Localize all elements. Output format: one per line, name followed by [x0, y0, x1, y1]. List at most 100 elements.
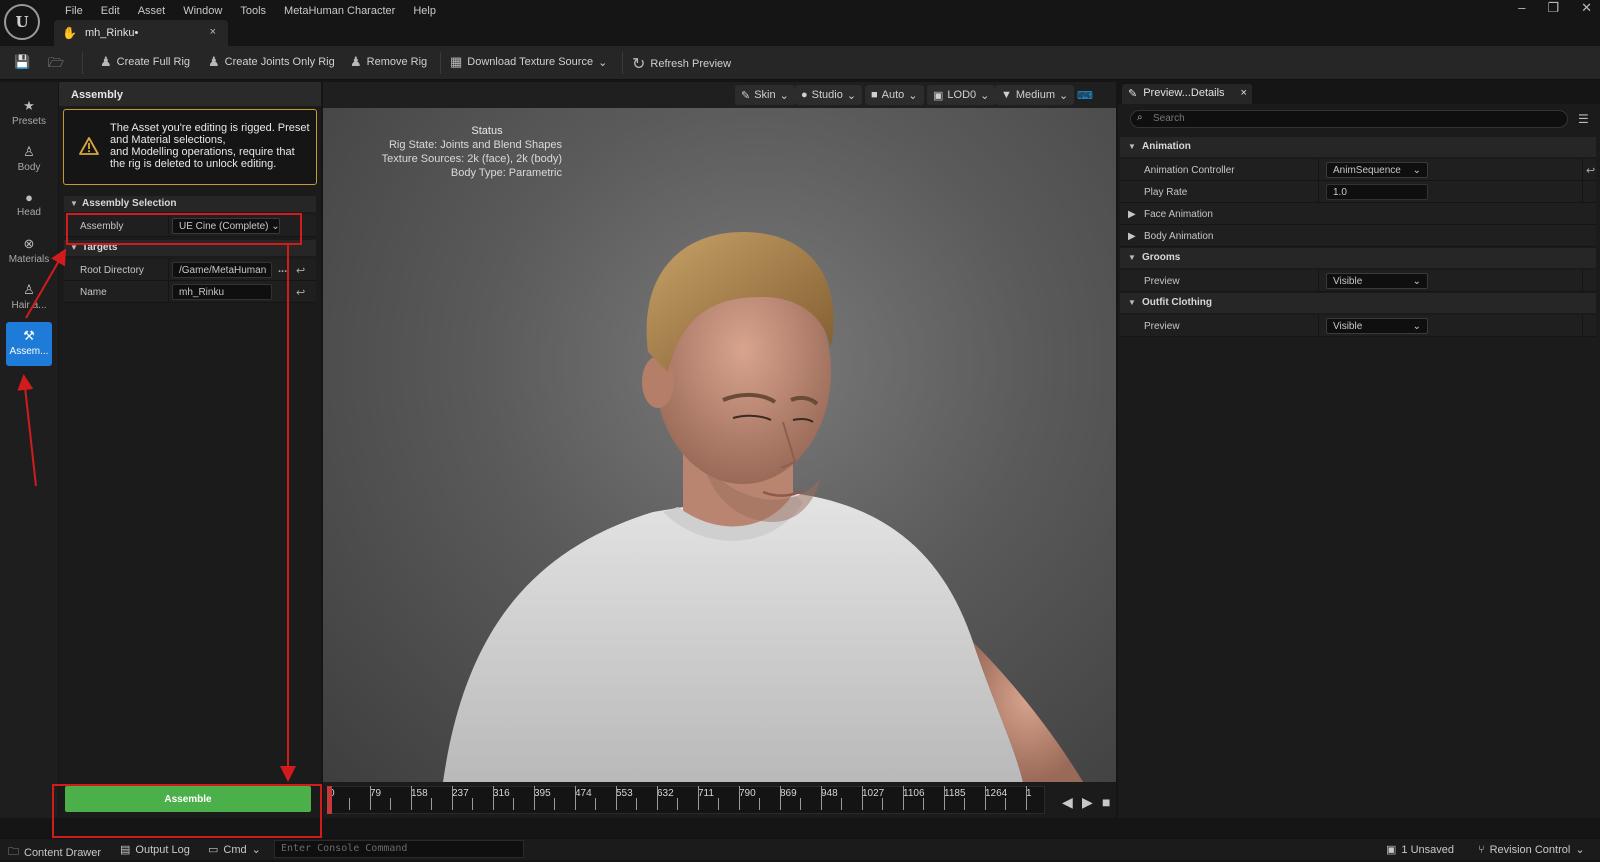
chevron-down-icon: ⌄ — [1412, 165, 1421, 176]
cmd-dropdown[interactable]: ▭ Cmd ⌄ — [208, 843, 261, 857]
name-field[interactable]: mh_Rinku — [172, 284, 272, 300]
chevron-down-icon: ⌄ — [251, 844, 261, 856]
play-icon[interactable]: ▶ — [1082, 794, 1093, 811]
timeline-major-tick — [780, 786, 781, 810]
timeline-minor-tick — [390, 798, 391, 810]
column-divider — [1318, 181, 1319, 203]
timeline-tick-label: 237 — [452, 788, 469, 799]
browse-asset-icon[interactable]: 🗁 — [48, 54, 64, 76]
timeline-major-tick — [739, 786, 740, 810]
hammer-icon: ⚒ — [23, 328, 35, 343]
unreal-logo-icon[interactable]: U — [4, 4, 40, 40]
stop-icon[interactable]: ■ — [1102, 794, 1110, 810]
animation-controller-dropdown[interactable]: AnimSequence ⌄ — [1326, 162, 1428, 178]
timeline-playhead[interactable] — [327, 786, 332, 814]
column-divider — [1318, 315, 1319, 337]
lod-dropdown[interactable]: ▣ LOD0 ⌄ — [927, 85, 996, 105]
timeline-tick-label: 158 — [411, 788, 428, 799]
settings-grid-icon[interactable]: ☰ — [1578, 112, 1589, 126]
assembly-tab[interactable]: ⚒ Assem... — [6, 322, 52, 366]
reset-to-default-icon[interactable]: ↩ — [1586, 164, 1595, 177]
close-tab-icon[interactable]: × — [1241, 87, 1247, 101]
checker-texture-icon: ▦ — [450, 54, 463, 69]
face-animation-label: Face Animation — [1144, 209, 1213, 220]
menu-edit[interactable]: Edit — [92, 3, 129, 19]
document-tab[interactable]: ✋ mh_Rinku• × — [54, 20, 228, 46]
animation-section[interactable]: ▼ Animation — [1120, 137, 1596, 157]
character-render — [443, 232, 1083, 782]
quality-dropdown[interactable]: ▼ Medium ⌄ — [995, 85, 1075, 105]
body-animation-row[interactable]: ▶ Body Animation — [1120, 225, 1596, 247]
root-directory-field[interactable]: /Game/MetaHuman — [172, 262, 272, 278]
outfit-clothing-section[interactable]: ▼ Outfit Clothing — [1120, 293, 1596, 313]
chevron-down-icon: ⌄ — [1412, 276, 1421, 287]
timeline-minor-tick — [923, 798, 924, 810]
remove-rig-button[interactable]: ♟ Remove Rig — [350, 54, 427, 70]
close-window-button[interactable]: ✕ — [1581, 0, 1592, 16]
details-tab-title: Preview...Details — [1143, 87, 1225, 99]
studio-dropdown[interactable]: ● Studio ⌄ — [795, 85, 863, 105]
create-joints-only-rig-label: Create Joints Only Rig — [224, 56, 335, 68]
minimize-button[interactable]: – — [1518, 0, 1525, 16]
details-search-input[interactable]: ⌕ Search — [1130, 110, 1568, 128]
refresh-preview-button[interactable]: ↻ Refresh Preview — [632, 54, 731, 74]
texture-sources-text: Texture Sources: 2k (face), 2k (body) — [381, 153, 562, 165]
close-tab-icon[interactable]: × — [210, 26, 216, 38]
download-texture-source-label: Download Texture Source — [467, 56, 594, 68]
reset-to-default-icon[interactable]: ↩ — [296, 264, 305, 277]
grooms-section[interactable]: ▼ Grooms — [1120, 248, 1596, 268]
face-animation-row[interactable]: ▶ Face Animation — [1120, 203, 1596, 225]
revision-control-button[interactable]: ⑂ Revision Control ⌄ — [1478, 843, 1585, 857]
pencil-icon: ✎ — [1128, 88, 1138, 100]
timeline-minor-tick — [1005, 798, 1006, 810]
toolbar-divider — [622, 52, 623, 74]
save-icon[interactable]: 💾 — [14, 54, 30, 70]
search-icon: ⌕ — [1137, 112, 1143, 123]
content-drawer-icon: 🗀 — [8, 846, 19, 858]
unsaved-button[interactable]: ▣ 1 Unsaved — [1386, 843, 1454, 857]
camera-auto-dropdown[interactable]: ■ Auto ⌄ — [865, 85, 924, 105]
head-icon: ● — [25, 190, 33, 205]
restore-button[interactable]: ❐ — [1547, 0, 1559, 16]
output-log-button[interactable]: ▤ Output Log — [120, 843, 190, 857]
browse-button[interactable]: ... — [278, 263, 287, 275]
create-full-rig-button[interactable]: ♟ Create Full Rig — [100, 54, 190, 70]
download-texture-source-button[interactable]: ▦ Download Texture Source ⌄ — [450, 54, 607, 70]
console-command-input[interactable]: Enter Console Command — [274, 840, 524, 858]
head-tab[interactable]: ● Head — [6, 184, 52, 228]
warning-icon — [79, 137, 99, 155]
content-drawer-button[interactable]: 🗀 Content Drawer — [8, 843, 101, 862]
menu-asset[interactable]: Asset — [129, 3, 175, 19]
details-tab[interactable]: ✎ Preview...Details × — [1122, 84, 1252, 104]
timeline-minor-tick — [800, 798, 801, 810]
menu-window[interactable]: Window — [174, 3, 231, 19]
create-joints-only-rig-button[interactable]: ♟ Create Joints Only Rig — [208, 54, 335, 70]
unsaved-label: 1 Unsaved — [1401, 843, 1454, 856]
reset-to-default-icon[interactable]: ↩ — [296, 286, 305, 299]
menu-tools[interactable]: Tools — [231, 3, 275, 19]
output-log-label: Output Log — [135, 843, 190, 856]
hair-tab[interactable]: ♙ Hair a... — [6, 276, 52, 320]
presets-tab[interactable]: ★ Presets — [6, 92, 52, 136]
keyboard-icon[interactable]: ⌨ — [1071, 85, 1099, 105]
timeline-major-tick — [370, 786, 371, 810]
materials-tab[interactable]: ⊗ Materials — [6, 230, 52, 274]
outfit-preview-dropdown[interactable]: Visible ⌄ — [1326, 318, 1428, 334]
hair-icon: ♙ — [23, 282, 35, 297]
assembly-selection-section[interactable]: ▼ Assembly Selection — [64, 196, 316, 212]
body-type-text: Body Type: Parametric — [450, 167, 562, 179]
grooms-preview-dropdown[interactable]: Visible ⌄ — [1326, 273, 1428, 289]
panel-title: Assembly — [59, 82, 321, 106]
menu-help[interactable]: Help — [404, 3, 445, 19]
play-rate-field[interactable]: 1.0 — [1326, 184, 1428, 200]
step-back-icon[interactable]: ◀ — [1062, 794, 1073, 811]
joints-rig-icon: ♟ — [208, 54, 220, 69]
character-viewport[interactable] — [323, 82, 1116, 782]
body-tab[interactable]: ♙ Body — [6, 138, 52, 182]
timeline-tick-label: 1185 — [944, 788, 966, 799]
menu-file[interactable]: File — [56, 3, 92, 19]
skin-dropdown[interactable]: ✎ Skin ⌄ — [735, 85, 795, 105]
timeline-tick-label: 316 — [493, 788, 510, 799]
menu-metahuman-character[interactable]: MetaHuman Character — [275, 3, 404, 19]
column-divider — [1318, 270, 1319, 292]
